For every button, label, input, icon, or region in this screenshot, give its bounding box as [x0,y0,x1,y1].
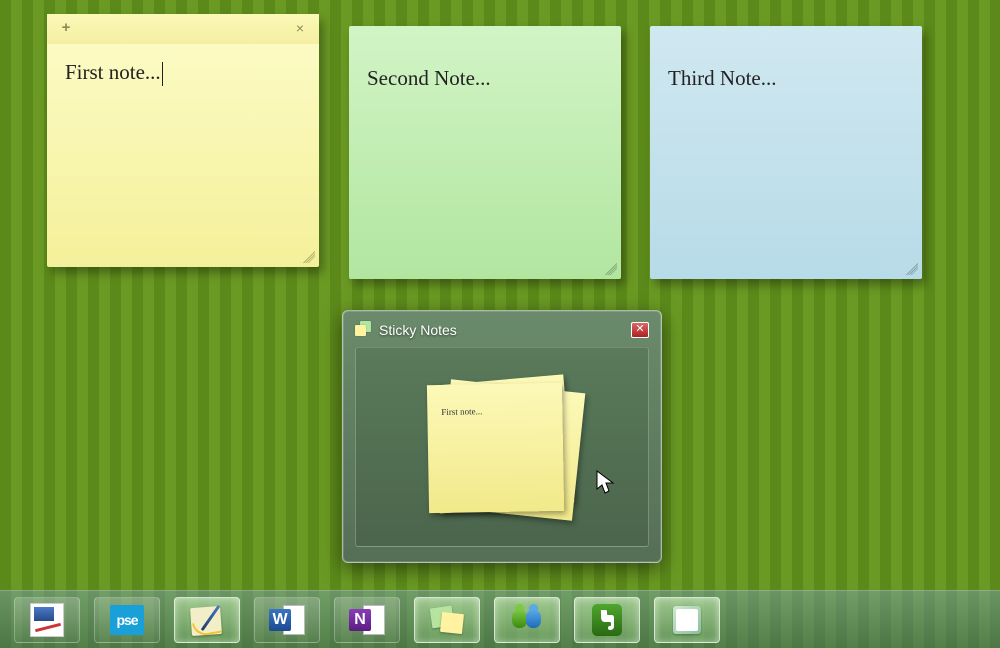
taskbar-button-onenote[interactable]: N [334,597,400,643]
note-text-area[interactable]: Second Note... [349,26,621,91]
note-text-area[interactable]: First note... [47,44,319,86]
preview-thumbnail[interactable]: First note... [355,347,649,547]
delete-note-button[interactable]: × [291,20,309,38]
taskbar-button-notebook[interactable] [654,597,720,643]
preview-close-button[interactable]: ✕ [631,322,649,338]
onenote-icon: N [349,602,385,638]
resize-grip[interactable] [605,263,617,275]
sticky-notes-icon [429,602,465,638]
taskbar-button-windows-journal[interactable] [174,597,240,643]
note-text-area[interactable]: Third Note... [650,26,922,91]
sticky-note-yellow[interactable]: + × First note... [47,14,319,267]
preview-title: Sticky Notes [379,322,625,338]
taskbar-button-evernote[interactable] [574,597,640,643]
note-text: Third Note... [668,66,776,90]
word-icon: W [269,602,305,638]
taskbar-button-photoshop-elements[interactable]: pse [94,597,160,643]
messenger-icon [509,602,545,638]
resize-grip[interactable] [303,251,315,263]
note-header: + × [47,14,319,44]
evernote-icon [589,602,625,638]
taskbar-button-paint-net[interactable] [14,597,80,643]
taskbar-button-word[interactable]: W [254,597,320,643]
taskbar-button-sticky-notes[interactable] [414,597,480,643]
sticky-notes-icon [355,321,373,339]
thumbnail-note-text: First note... [427,383,563,417]
windows-journal-icon [189,602,225,638]
resize-grip[interactable] [906,263,918,275]
thumbnail-note-stack: First note... [424,378,584,528]
taskbar: pse W N [0,590,1000,648]
text-caret [162,62,163,86]
taskbar-preview-window[interactable]: Sticky Notes ✕ First note... [342,310,662,563]
photoshop-elements-icon: pse [109,602,145,638]
sticky-note-green[interactable]: Second Note... [349,26,621,279]
notebook-icon [669,602,705,638]
preview-titlebar: Sticky Notes ✕ [355,321,649,339]
new-note-button[interactable]: + [57,20,75,38]
sticky-note-blue[interactable]: Third Note... [650,26,922,279]
taskbar-button-messenger[interactable] [494,597,560,643]
paint-net-icon [29,602,65,638]
note-text: Second Note... [367,66,491,90]
note-text: First note... [65,60,161,84]
